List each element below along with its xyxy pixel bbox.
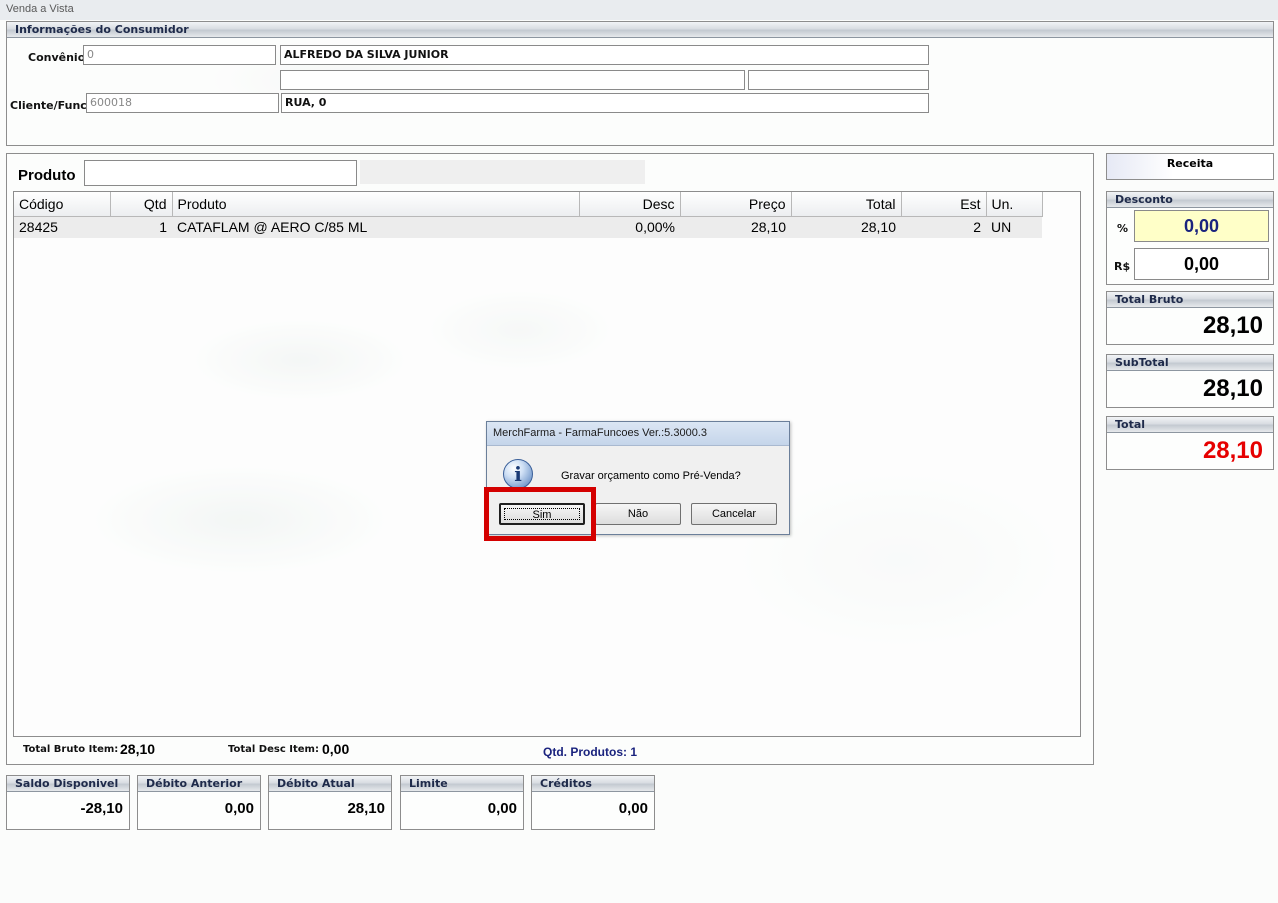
total-bruto-item-value: 28,10 [120, 741, 156, 757]
table-header-row: Código Qtd Produto Desc Preço Total Est … [14, 192, 1043, 217]
receita-label: Receita [1166, 157, 1214, 170]
percent-label: % [1117, 222, 1129, 235]
limite-header: Limite [401, 776, 523, 792]
cell-produto: CATAFLAM @ AERO C/85 ML [172, 216, 579, 238]
rs-label: R$ [1114, 260, 1131, 273]
window-title: Venda a Vista [0, 0, 1278, 20]
product-search-input[interactable] [84, 160, 357, 186]
extra-field-1[interactable] [280, 70, 745, 90]
extra-field-2[interactable] [748, 70, 929, 90]
info-icon: i [503, 459, 533, 489]
cliente-code-field[interactable]: 600018 [86, 93, 279, 113]
total-bruto-item-label: Total Bruto Item: [23, 744, 119, 755]
product-label: Produto [18, 167, 76, 184]
creditos-header: Créditos [532, 776, 654, 792]
total-bruto-box: Total Bruto 28,10 [1106, 291, 1274, 345]
subtotal-header: SubTotal [1107, 355, 1273, 371]
cliente-label: Cliente/Func [10, 99, 87, 112]
convenio-code-field[interactable]: 0 [83, 45, 276, 65]
col-produto[interactable]: Produto [172, 192, 580, 217]
product-table: Código Qtd Produto Desc Preço Total Est … [14, 192, 1043, 238]
debito-atual-box: Débito Atual 28,10 [268, 775, 392, 830]
rs-discount-input[interactable]: 0,00 [1134, 248, 1269, 280]
creditos-value: 0,00 [618, 800, 648, 817]
percent-discount-input[interactable]: 0,00 [1134, 210, 1269, 242]
total-desc-item-value: 0,00 [322, 741, 350, 757]
saldo-disponivel-value: -28,10 [80, 800, 123, 817]
total-box: Total 28,10 [1106, 416, 1274, 470]
col-est[interactable]: Est [901, 192, 987, 217]
total-bruto-header: Total Bruto [1107, 292, 1273, 308]
convenio-label: Convênio [28, 51, 86, 64]
col-codigo[interactable]: Código [14, 192, 111, 217]
cell-desc: 0,00% [579, 216, 680, 238]
consumer-info-header: Informações do Consumidor [7, 22, 1273, 38]
cancelar-button-label: Cancelar [711, 508, 757, 520]
col-preco[interactable]: Preço [680, 192, 792, 217]
limite-value: 0,00 [487, 800, 517, 817]
subtotal-value: 28,10 [1202, 375, 1263, 402]
cell-est: 2 [901, 216, 986, 238]
debito-anterior-header: Débito Anterior [138, 776, 260, 792]
total-header: Total [1107, 417, 1273, 433]
col-desc[interactable]: Desc [579, 192, 681, 217]
desconto-header: Desconto [1107, 192, 1273, 208]
limite-box: Limite 0,00 [400, 775, 524, 830]
col-un[interactable]: Un. [986, 192, 1043, 217]
total-value: 28,10 [1202, 437, 1263, 464]
receita-button[interactable]: Receita [1106, 153, 1274, 180]
cell-codigo: 28425 [14, 216, 110, 238]
table-row[interactable]: 28425 1 CATAFLAM @ AERO C/85 ML 0,00% 28… [14, 216, 1042, 238]
debito-anterior-box: Débito Anterior 0,00 [137, 775, 261, 830]
cell-preco: 28,10 [680, 216, 791, 238]
cell-un: UN [986, 216, 1042, 238]
col-qtd[interactable]: Qtd [110, 192, 173, 217]
address-field[interactable]: RUA, 0 [281, 93, 929, 113]
saldo-disponivel-header: Saldo Disponivel [7, 776, 129, 792]
creditos-box: Créditos 0,00 [531, 775, 655, 830]
debito-atual-value: 28,10 [347, 800, 385, 817]
total-desc-item-label: Total Desc Item: [228, 744, 319, 755]
qtd-produtos: Qtd. Produtos: 1 [543, 745, 637, 759]
debito-anterior-value: 0,00 [224, 800, 254, 817]
debito-atual-header: Débito Atual [269, 776, 391, 792]
cancelar-button[interactable]: Cancelar [691, 503, 777, 525]
cell-qtd: 1 [110, 216, 172, 238]
subtotal-box: SubTotal 28,10 [1106, 354, 1274, 408]
nao-button[interactable]: Não [595, 503, 681, 525]
dialog-title: MerchFarma - FarmaFuncoes Ver.:5.3000.3 [487, 422, 789, 446]
convenio-name-field[interactable]: ALFREDO DA SILVA JUNIOR [280, 45, 929, 65]
dialog-message: Gravar orçamento como Pré-Venda? [561, 470, 741, 482]
sim-highlight-annotation [484, 487, 596, 541]
col-total[interactable]: Total [791, 192, 902, 217]
saldo-disponivel-box: Saldo Disponivel -28,10 [6, 775, 130, 830]
total-bruto-value: 28,10 [1202, 312, 1263, 339]
product-description-bar [360, 160, 645, 184]
cell-total: 28,10 [791, 216, 901, 238]
nao-button-label: Não [627, 508, 649, 520]
